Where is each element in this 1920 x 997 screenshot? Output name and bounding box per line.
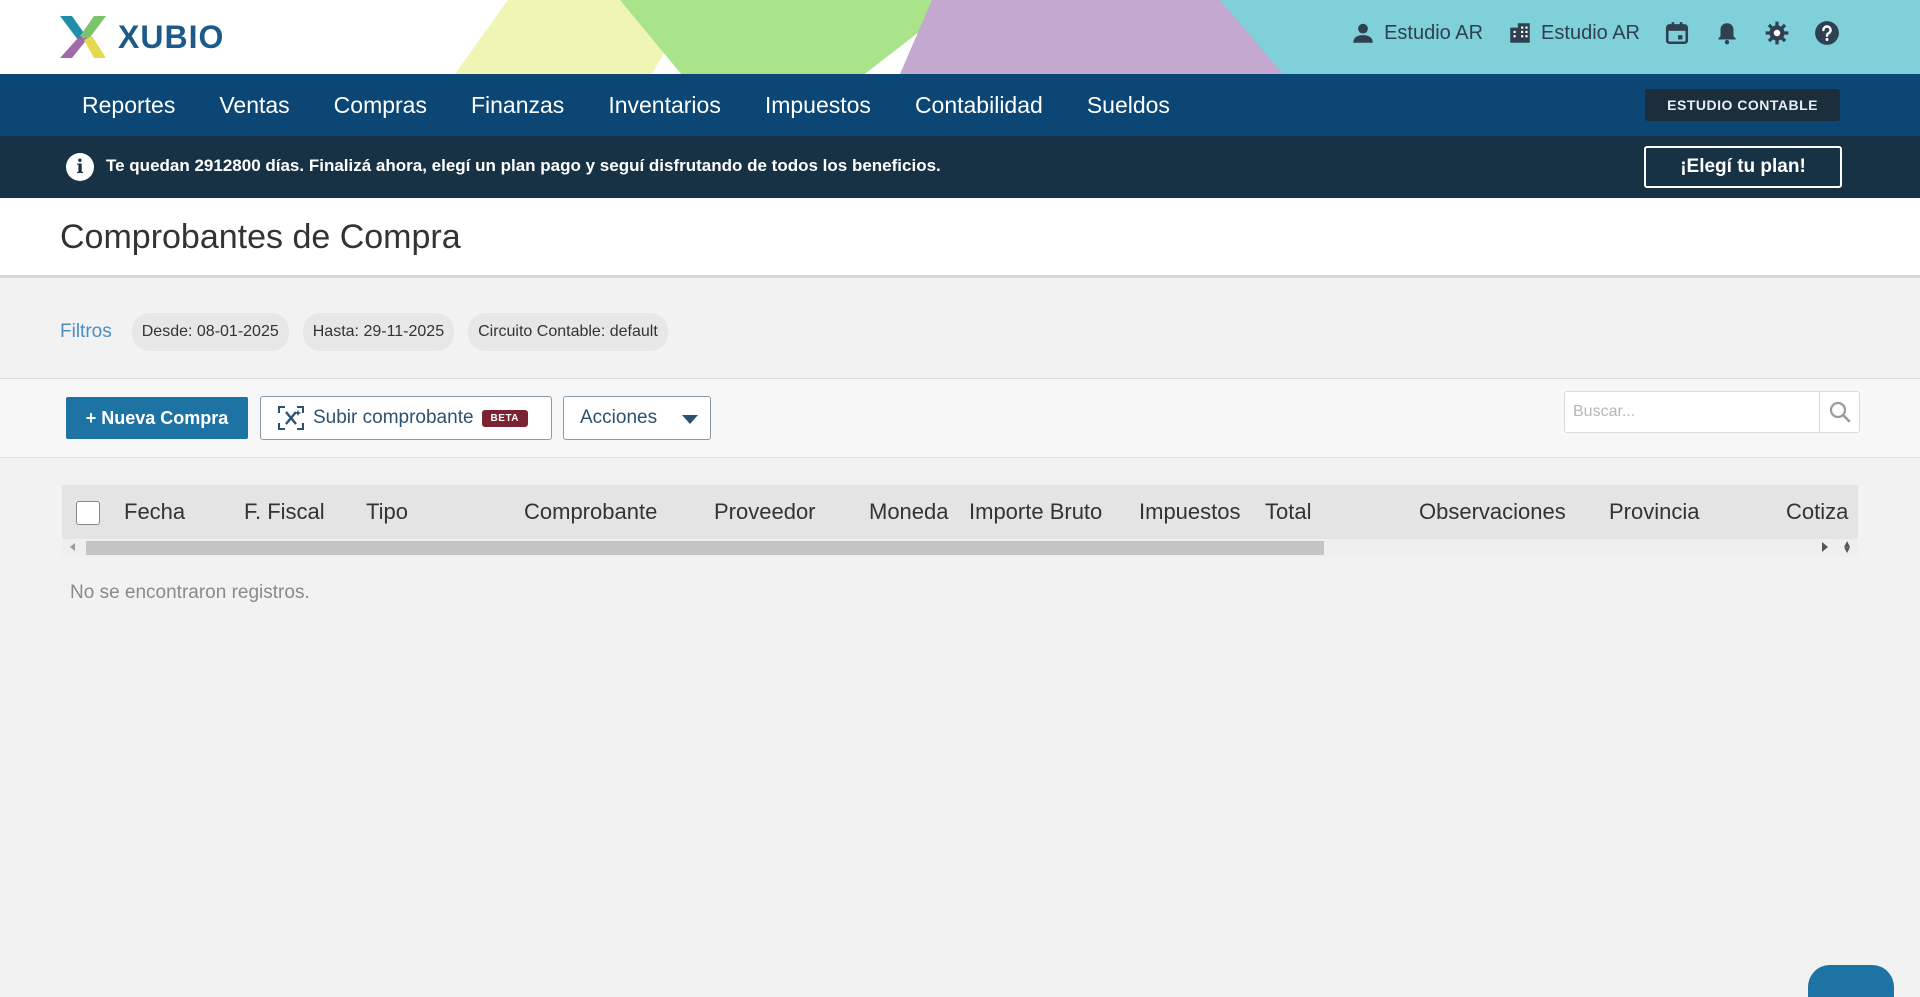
company-label: Estudio AR [1541, 21, 1640, 44]
nav-item-ventas[interactable]: Ventas [219, 92, 289, 119]
filters-toggle[interactable]: Filtros [60, 321, 112, 343]
nav-item-contabilidad[interactable]: Contabilidad [915, 92, 1043, 119]
chat-button[interactable] [1808, 965, 1894, 997]
brand-name: XUBIO [118, 18, 225, 55]
estudio-contable-button[interactable]: ESTUDIO CONTABLE [1645, 89, 1840, 121]
page-header: Comprobantes de Compra [0, 198, 1920, 278]
nav-item-sueldos[interactable]: Sueldos [1087, 92, 1170, 119]
filter-key: Hasta: [312, 323, 359, 340]
column-header-cotizacion[interactable]: Cotiza [1786, 499, 1856, 525]
new-purchase-button[interactable]: + Nueva Compra [66, 397, 248, 439]
gear-icon[interactable] [1764, 20, 1790, 46]
nav-item-inventarios[interactable]: Inventarios [608, 92, 721, 119]
nav-item-reportes[interactable]: Reportes [82, 92, 175, 119]
search-icon [1829, 401, 1851, 423]
column-header-observaciones[interactable]: Observaciones [1419, 499, 1566, 525]
bell-icon[interactable] [1714, 20, 1740, 46]
actions-label: Acciones [580, 407, 658, 428]
column-header-proveedor[interactable]: Proveedor [714, 499, 816, 525]
xubio-logo-mark-icon [60, 16, 106, 58]
filter-chip-hasta[interactable]: Hasta: 29-11-2025 [302, 313, 455, 351]
table-header: Fecha F. Fiscal Tipo Comprobante Proveed… [62, 485, 1858, 539]
filters-bar: Filtros Desde: 08-01-2025 Hasta: 29-11-2… [60, 313, 668, 351]
column-header-fecha[interactable]: Fecha [124, 499, 185, 525]
horizontal-scrollbar[interactable]: ▲ ▼ [62, 539, 1858, 557]
search-box [1564, 391, 1860, 433]
chevron-down-icon [682, 415, 698, 424]
nav-item-impuestos[interactable]: Impuestos [765, 92, 871, 119]
filter-chip-desde[interactable]: Desde: 08-01-2025 [131, 313, 289, 351]
column-header-importe-bruto[interactable]: Importe Bruto [969, 499, 1102, 525]
building-icon [1510, 23, 1530, 43]
ai-scan-icon [278, 406, 304, 430]
xubio-logo[interactable]: XUBIO [58, 14, 224, 60]
filter-key: Circuito Contable: [478, 323, 606, 340]
column-header-comprobante[interactable]: Comprobante [524, 499, 657, 525]
company-menu[interactable]: Estudio AR [1507, 20, 1640, 46]
column-header-tipo[interactable]: Tipo [366, 499, 408, 525]
column-header-provincia[interactable]: Provincia [1609, 499, 1699, 525]
filter-value: 29-11-2025 [363, 323, 445, 340]
info-icon: i [66, 153, 94, 181]
page-title: Comprobantes de Compra [60, 218, 461, 256]
choose-plan-button[interactable]: ¡Elegí tu plan! [1644, 146, 1842, 188]
filter-value: default [609, 323, 658, 340]
nav-item-compras[interactable]: Compras [334, 92, 427, 119]
user-label: Estudio AR [1384, 21, 1484, 44]
scroll-updown-arrow-icon[interactable]: ▲ ▼ [1842, 540, 1852, 556]
empty-table-message: No se encontraron registros. [70, 582, 310, 603]
help-icon[interactable] [1814, 20, 1840, 46]
user-icon [1353, 23, 1373, 43]
user-menu[interactable]: Estudio AR [1350, 20, 1483, 46]
column-header-moneda[interactable]: Moneda [869, 499, 949, 525]
top-right-menu: Estudio AR Estudio AR [1350, 20, 1840, 46]
filter-key: Desde: [141, 323, 193, 340]
select-all-checkbox[interactable] [76, 501, 100, 525]
column-header-total[interactable]: Total [1265, 499, 1311, 525]
filter-value: 08-01-2025 [196, 323, 279, 340]
calendar-icon[interactable] [1664, 20, 1690, 46]
upload-receipt-label: Subir comprobante [313, 407, 474, 428]
trial-banner: i Te quedan 2912800 días. Finalizá ahora… [0, 136, 1920, 198]
filter-chip-circuito[interactable]: Circuito Contable: default [468, 313, 668, 351]
column-header-f-fiscal[interactable]: F. Fiscal [244, 499, 325, 525]
upload-receipt-button[interactable]: Subir comprobante BETA [260, 396, 552, 440]
search-input[interactable] [1565, 392, 1819, 432]
scrollbar-thumb[interactable] [86, 541, 1324, 555]
actions-dropdown[interactable]: Acciones [563, 396, 711, 440]
main-navigation: Reportes Ventas Compras Finanzas Inventa… [0, 74, 1920, 136]
beta-badge: BETA [481, 409, 529, 427]
column-header-impuestos[interactable]: Impuestos [1139, 499, 1241, 525]
search-button[interactable] [1819, 392, 1859, 432]
nav-menu: Reportes Ventas Compras Finanzas Inventa… [82, 74, 1170, 136]
trial-message: Te quedan 2912800 días. Finalizá ahora, … [106, 156, 941, 175]
toolbar: + Nueva Compra Subir comprobante BETA Ac… [0, 379, 1920, 458]
scroll-left-arrow-icon[interactable] [70, 543, 75, 551]
scroll-right-arrow-icon[interactable] [1822, 542, 1828, 552]
nav-item-finanzas[interactable]: Finanzas [471, 92, 564, 119]
top-bar: XUBIO Estudio AR Estudio AR [0, 0, 1920, 74]
